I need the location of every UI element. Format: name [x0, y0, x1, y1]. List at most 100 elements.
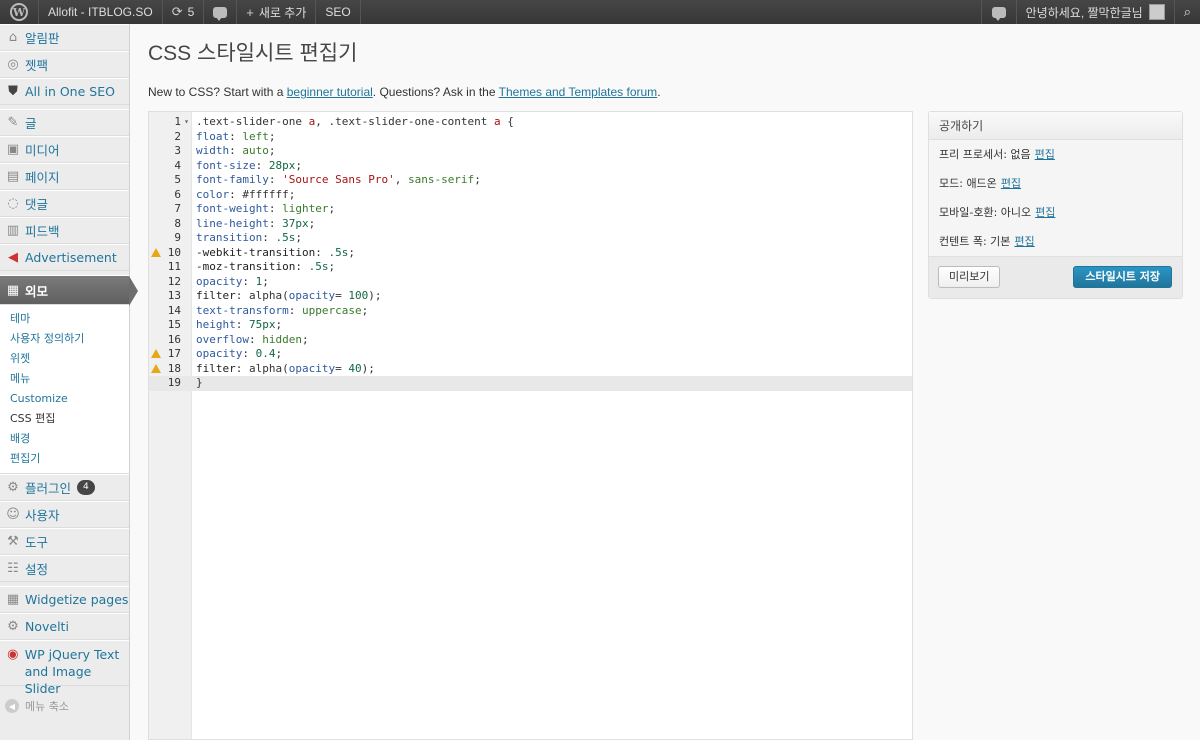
code-line[interactable]: 13 filter: alpha(opacity= 100);: [149, 289, 912, 304]
site-name-link[interactable]: Allofit - ITBLOG.SO: [39, 0, 163, 24]
menu-feedback[interactable]: ▥ 피드백: [0, 217, 129, 244]
code-line[interactable]: 10 -webkit-transition: .5s;: [149, 246, 912, 261]
menu-label: WP jQuery Text and Image Slider: [25, 646, 129, 697]
notifications-link[interactable]: [980, 0, 1016, 24]
beginner-tutorial-link[interactable]: beginner tutorial: [287, 85, 373, 99]
line-number: 1: [174, 115, 181, 128]
comments-link[interactable]: [204, 0, 238, 24]
edit-mobile-link[interactable]: 편집: [1035, 206, 1055, 219]
dashboard-icon: ⌂: [8, 30, 18, 45]
fold-gap: [181, 231, 192, 246]
submenu-item-edit-css[interactable]: CSS 편집: [0, 409, 129, 429]
fold-gap: [181, 217, 192, 232]
line-text: font-size: 28px;: [196, 158, 302, 172]
updates-link[interactable]: ⟳ 5: [163, 0, 205, 24]
my-account-link[interactable]: 안녕하세요, 짤막한글님: [1015, 0, 1174, 24]
search-link[interactable]: ⌕: [1173, 0, 1200, 24]
line-number: 18: [149, 362, 181, 377]
line-text: height: 75px;: [196, 318, 283, 331]
content-width-label: 컨텐트 폭: 기본: [939, 235, 1011, 248]
save-stylesheet-button[interactable]: 스타일시트 저장: [1073, 266, 1172, 288]
mobile-row: 모바일-호환: 아니오 편집: [929, 198, 1182, 227]
collapse-icon: ◀: [5, 699, 19, 713]
publish-box: 공개하기 프리 프로세서: 없음 편집 모드: 애드온 편집 모바일-호환: 아니오…: [928, 111, 1183, 299]
line-number: 4: [174, 158, 181, 172]
line-text: filter: alpha(opacity= 100);: [196, 289, 382, 302]
pin-icon: ✎: [7, 115, 19, 130]
code-line[interactable]: 7 font-weight: lighter;: [149, 202, 912, 217]
menu-dashboard[interactable]: ⌂ 알림판: [0, 24, 129, 51]
code-line[interactable]: 6 color: #ffffff;: [149, 188, 912, 203]
collapse-label: 메뉴 축소: [25, 700, 69, 713]
code-line[interactable]: 5 font-family: 'Source Sans Pro', sans-se…: [149, 173, 912, 188]
wp-logo-menu[interactable]: W: [0, 0, 39, 24]
submenu-item-background[interactable]: 배경: [0, 429, 129, 449]
menu-label: 젯팩: [25, 58, 49, 73]
fold-gap: [181, 173, 192, 188]
menu-jetpack[interactable]: ◎ 젯팩: [0, 51, 129, 78]
submenu-item-menus[interactable]: 메뉴: [0, 369, 129, 389]
menu-plugins[interactable]: ⚙ 플러그인 4: [0, 474, 129, 501]
intro-suffix: .: [657, 85, 661, 99]
menu-label: Novelti: [25, 619, 69, 634]
menu-settings[interactable]: ☷ 설정: [0, 555, 129, 582]
css-code-editor[interactable]: 1 ▾ .text-slider-one a, .text-slider-one-c…: [148, 111, 913, 740]
edit-content-width-link[interactable]: 편집: [1014, 235, 1034, 248]
menu-label: 외모: [25, 283, 49, 299]
code-line[interactable]: 15 height: 75px;: [149, 318, 912, 333]
code-line[interactable]: 17 opacity: 0.4;: [149, 347, 912, 362]
line-number: 2: [174, 129, 181, 143]
submenu-item-widgets[interactable]: 위젯: [0, 349, 129, 369]
comment-icon: ◌: [7, 196, 19, 211]
fold-gap: [181, 159, 192, 174]
submenu-item-themes[interactable]: 테마: [0, 309, 129, 329]
code-line[interactable]: 2 float: left;: [149, 130, 912, 145]
code-line[interactable]: 3 width: auto;: [149, 144, 912, 159]
code-line[interactable]: 19}: [149, 376, 912, 391]
menu-pages[interactable]: ▤ 페이지: [0, 163, 129, 190]
code-line[interactable]: 8 line-height: 37px;: [149, 217, 912, 232]
menu-wp-jquery-slider[interactable]: ◉ WP jQuery Text and Image Slider: [0, 640, 129, 696]
page-icon: ▤: [6, 169, 20, 184]
submenu-item-customize[interactable]: Customize: [0, 389, 129, 409]
admin-menu: ⌂ 알림판 ◎ 젯팩 ⛊ All in One SEO ✎ 글 ▣ 미디어 ▤ 페이지 ◌ 댓…: [0, 24, 138, 740]
fold-gap: [181, 260, 192, 275]
themes-forum-link[interactable]: Themes and Templates forum: [499, 85, 658, 99]
edit-preprocessor-link[interactable]: 편집: [1035, 148, 1055, 161]
comment-icon: [213, 6, 228, 21]
menu-novelti[interactable]: ⚙ Novelti: [0, 613, 129, 640]
line-number: 10: [149, 246, 181, 261]
menu-appearance[interactable]: ▦ 외모: [0, 275, 138, 306]
fold-gap: [181, 362, 192, 377]
menu-comments[interactable]: ◌ 댓글: [0, 190, 129, 217]
collapse-menu-button[interactable]: ◀ 메뉴 축소: [0, 698, 129, 714]
menu-label: All in One SEO: [25, 84, 115, 99]
fold-gap: [181, 318, 192, 333]
menu-tools[interactable]: ⚒ 도구: [0, 528, 129, 555]
menu-advertisement[interactable]: ◀ Advertisement: [0, 244, 129, 271]
code-line[interactable]: 18 filter: alpha(opacity= 40);: [149, 362, 912, 377]
code-line[interactable]: 16 overflow: hidden;: [149, 333, 912, 348]
code-line[interactable]: 12 opacity: 1;: [149, 275, 912, 290]
line-number: 11: [167, 260, 181, 273]
code-line[interactable]: 14 text-transform: uppercase;: [149, 304, 912, 319]
menu-widgetize[interactable]: ▦ Widgetize pages: [0, 586, 129, 613]
line-number: 17: [149, 347, 181, 362]
menu-media[interactable]: ▣ 미디어: [0, 136, 129, 163]
new-content-link[interactable]: + 새로 추가: [237, 0, 317, 24]
code-line[interactable]: 9 transition: .5s;: [149, 231, 912, 246]
preview-button[interactable]: 미리보기: [938, 266, 1001, 288]
edit-mode-link[interactable]: 편집: [1001, 177, 1021, 190]
settings-icon: ☷: [7, 561, 19, 576]
code-line[interactable]: 1 ▾ .text-slider-one a, .text-slider-one-c…: [149, 115, 912, 130]
code-line[interactable]: 4 font-size: 28px;: [149, 159, 912, 174]
menu-aioseo[interactable]: ⛊ All in One SEO: [0, 78, 129, 105]
fold-toggle-icon[interactable]: ▾: [181, 115, 192, 130]
code-line[interactable]: 11 -moz-transition: .5s;: [149, 260, 912, 275]
submenu-item-customizer[interactable]: 사용자 정의하기: [0, 329, 129, 349]
seo-link[interactable]: SEO: [316, 0, 361, 24]
plus-icon: +: [246, 4, 254, 20]
menu-posts[interactable]: ✎ 글: [0, 109, 129, 136]
menu-users[interactable]: ☺ 사용자: [0, 501, 129, 528]
submenu-item-editor[interactable]: 편집기: [0, 449, 129, 469]
